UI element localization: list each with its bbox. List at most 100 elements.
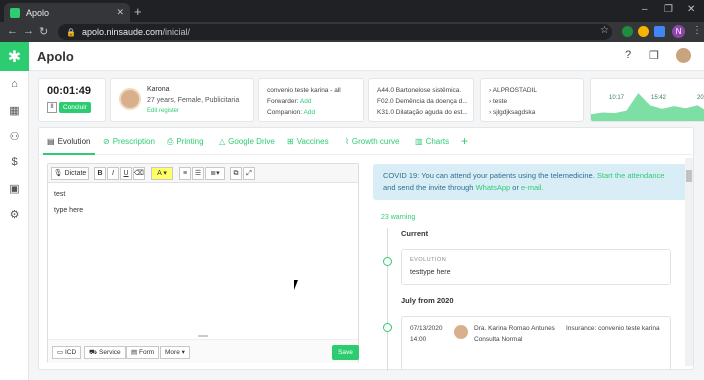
back-icon[interactable]: ←	[7, 25, 18, 37]
copy-icon[interactable]: ⧉	[230, 167, 242, 180]
ordered-list-icon[interactable]: ≡	[179, 167, 191, 180]
resize-grip[interactable]	[198, 335, 208, 337]
app-title: Apolo	[37, 49, 74, 64]
extension-icon[interactable]	[654, 26, 665, 37]
forward-icon[interactable]: →	[23, 25, 34, 37]
evolution-editor[interactable]: 🎙 Dictate B I U ⌫ A ▾ ≡ ☰ ≣▾ ⧉ ⤢ test ty…	[47, 163, 359, 363]
tab-printing[interactable]: ⎙ Printing	[167, 137, 204, 147]
whatsapp-link[interactable]: WhatsApp	[476, 183, 511, 192]
medication-item: sjlgdjksagdska	[492, 109, 536, 116]
service-icon: ⛟	[89, 349, 98, 356]
underline-button[interactable]: U	[120, 167, 132, 180]
settings-icon[interactable]: ⚙	[0, 201, 29, 227]
warning-count[interactable]: 23 warning	[381, 214, 415, 221]
insurance-card: convenio teste karina - all Forwarder: A…	[258, 78, 364, 122]
more-label: More	[165, 349, 180, 356]
bookmark-star-icon[interactable]: ☆	[600, 25, 609, 36]
pill-icon: ⊘	[103, 137, 110, 146]
extension-icon[interactable]	[622, 26, 633, 37]
editor-line: type here	[54, 207, 84, 214]
session-card: 00:01:49 II Concluir	[38, 78, 106, 122]
evolution-entry[interactable]: EVOLUTION testtype here	[401, 249, 671, 285]
diagnosis-card[interactable]: A44.0 Bartonelose sistêmica. F02.0 Demên…	[368, 78, 474, 122]
tab-label: Vaccines	[296, 137, 329, 146]
icd-button[interactable]: ▭ ICD	[52, 346, 82, 359]
unordered-list-icon[interactable]: ☰	[192, 167, 204, 180]
tab-evolution[interactable]: ▤ Evolution	[47, 137, 90, 146]
tab-charts[interactable]: ▥ Charts	[415, 137, 449, 146]
sparkline-area	[591, 93, 704, 121]
extension-icon[interactable]	[638, 26, 649, 37]
highlight-color-button[interactable]: A ▾	[151, 167, 173, 180]
reload-icon[interactable]: ↻	[39, 25, 48, 38]
menu-icon[interactable]: ⋮	[692, 25, 702, 36]
minimize-icon[interactable]: –	[642, 4, 648, 15]
tab-vaccines[interactable]: ⊞ Vaccines	[287, 137, 329, 146]
tab-label: Prescription	[112, 137, 155, 146]
inventory-icon[interactable]: ▣	[0, 175, 29, 201]
tab-label: Google Drive	[228, 137, 275, 146]
add-forwarder-link[interactable]: Add	[300, 98, 312, 105]
record-tabs: ▤ Evolution ⊘ Prescription ⎙ Printing △ Goog…	[39, 128, 695, 155]
app-header: Apolo ? ❐	[29, 42, 704, 71]
align-dropdown[interactable]: ≣▾	[205, 167, 225, 180]
service-label: Service	[99, 349, 121, 356]
browser-tab-title: Apolo	[26, 7, 50, 18]
timeline-dot	[383, 323, 392, 332]
editor-footer: ▭ ICD ⛟ Service ▤ Form More ▾ Save	[48, 339, 359, 363]
new-tab-icon[interactable]: +	[134, 4, 142, 19]
bold-button[interactable]: B	[94, 167, 106, 180]
pause-button[interactable]: II	[47, 102, 57, 113]
more-dropdown[interactable]: More ▾	[160, 346, 190, 359]
patient-card: Karona 27 years, Female, Publicitaria Ed…	[110, 78, 254, 122]
profile-avatar[interactable]: N	[672, 25, 685, 38]
dictate-button[interactable]: 🎙 Dictate	[51, 167, 89, 180]
medication-card[interactable]: › ALPROSTADIL › teste › sjlgdjksagdska	[480, 78, 584, 122]
add-companion-link[interactable]: Add	[304, 109, 316, 116]
app-sidebar: ✱ ⌂ ▦ ⚇ $ ▣ ⚙	[0, 42, 29, 380]
lock-icon: 🔒	[66, 27, 76, 37]
evolution-label: EVOLUTION	[410, 257, 447, 263]
finance-icon[interactable]: $	[0, 149, 29, 175]
timeline-dot	[383, 257, 392, 266]
tab-prescription[interactable]: ⊘ Prescription	[103, 137, 155, 146]
patients-icon[interactable]: ⚇	[0, 123, 29, 149]
appointment-entry[interactable]: 07/13/2020 14:00 Dra. Karina Romao Antun…	[401, 316, 671, 371]
logo-icon[interactable]: ✱	[0, 42, 29, 71]
browser-tab[interactable]: Apolo ✕	[4, 3, 130, 22]
chat-icon[interactable]: ❐	[649, 49, 659, 62]
italic-button[interactable]: I	[107, 167, 119, 180]
tab-google-drive[interactable]: △ Google Drive	[219, 137, 275, 146]
start-attendance-link[interactable]: Start the attendance	[597, 171, 665, 180]
edit-register-link[interactable]: Edit register	[147, 108, 179, 114]
maximize-icon[interactable]: ❐	[664, 4, 673, 15]
calendar-icon[interactable]: ▦	[0, 97, 29, 123]
syringe-icon: ⊞	[287, 137, 294, 146]
fullscreen-icon[interactable]: ⤢	[243, 167, 255, 180]
conclude-button[interactable]: Concluir	[59, 102, 91, 113]
vitals-sparkline[interactable]: 10:17 15:42 20:20	[590, 78, 704, 122]
save-button[interactable]: Save	[332, 345, 359, 360]
scrollbar-thumb[interactable]	[686, 170, 692, 182]
tab-growth-curve[interactable]: ⌇ Growth curve	[345, 137, 399, 146]
insurance-name: convenio teste karina - all	[267, 87, 341, 94]
editor-toolbar: 🎙 Dictate B I U ⌫ A ▾ ≡ ☰ ≣▾ ⧉ ⤢	[48, 164, 358, 183]
home-icon[interactable]: ⌂	[0, 71, 29, 97]
service-button[interactable]: ⛟ Service	[84, 346, 126, 359]
tab-label: Charts	[425, 137, 450, 146]
appointment-insurance: Insurance: convenio teste karina	[566, 325, 660, 332]
url-input[interactable]: 🔒 apolo.ninsaude.com/inicial/	[58, 24, 612, 40]
main-panel: ▤ Evolution ⊘ Prescription ⎙ Printing △ Goog…	[38, 127, 695, 371]
form-button[interactable]: ▤ Form	[126, 346, 160, 359]
add-tab-icon[interactable]: +	[461, 134, 468, 148]
close-icon[interactable]: ✕	[116, 7, 124, 18]
email-link[interactable]: e-mail.	[521, 183, 544, 192]
url-host: apolo.ninsaude.com	[81, 27, 163, 37]
user-avatar[interactable]	[676, 48, 691, 63]
timeline-scrollbar[interactable]	[685, 158, 693, 366]
diagnosis-item: A44.0 Bartonelose sistêmica.	[377, 87, 462, 94]
sparkline-label: 15:42	[651, 95, 667, 101]
help-icon[interactable]: ?	[625, 49, 631, 61]
eraser-icon[interactable]: ⌫	[133, 167, 145, 180]
window-close-icon[interactable]: ✕	[687, 4, 695, 15]
